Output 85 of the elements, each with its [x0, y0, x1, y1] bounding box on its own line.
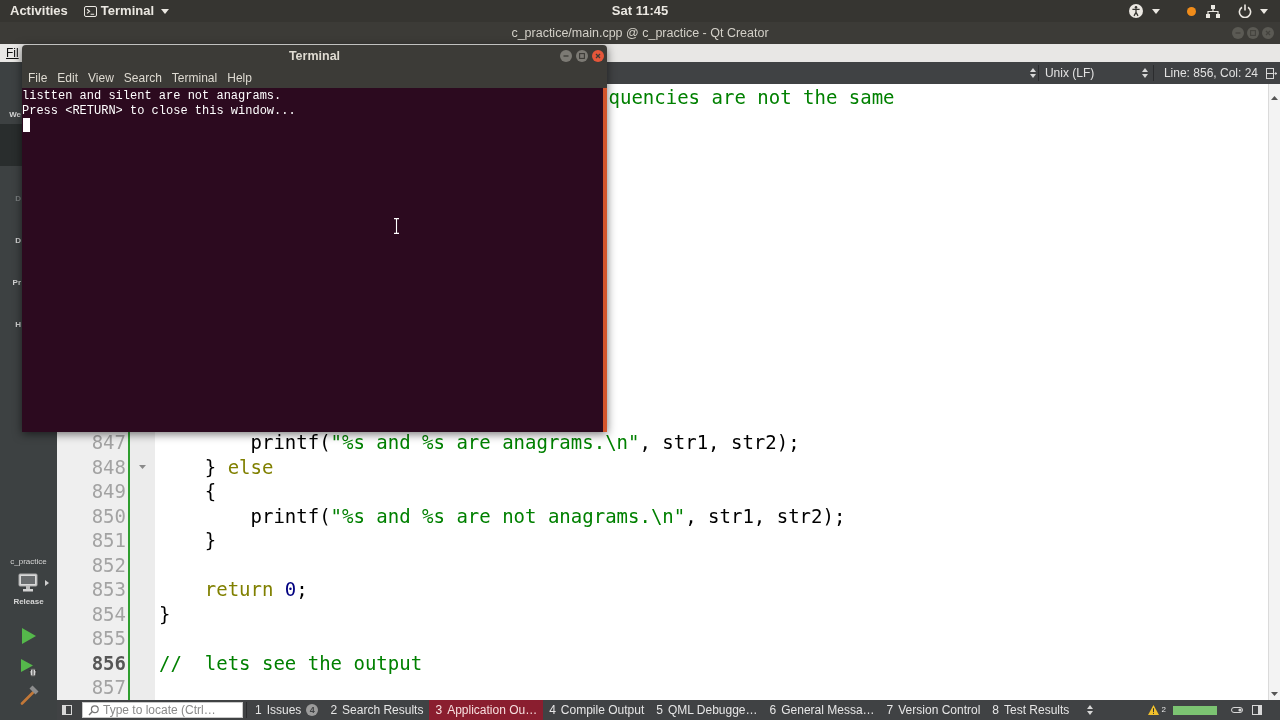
- code-line: printf("%s and %s are not anagrams.\n", str1, str2);: [250, 506, 846, 526]
- minimize-icon[interactable]: [560, 50, 572, 62]
- mode-button[interactable]: We: [9, 110, 21, 120]
- code-line: // lets see the output: [159, 653, 423, 673]
- maximize-icon[interactable]: [576, 50, 588, 62]
- scroll-up-arrow-icon[interactable]: [1271, 96, 1278, 100]
- count-badge: 4: [306, 704, 319, 716]
- caret-icon[interactable]: [1260, 8, 1268, 14]
- output-tab[interactable]: 6 General Messa…: [763, 700, 881, 720]
- line-number: 853: [91, 580, 126, 600]
- updown-arrows-icon: [1141, 68, 1148, 78]
- line-number: 850: [91, 506, 126, 526]
- menu-item[interactable]: Terminal: [166, 68, 223, 87]
- output-line: listten and silent are not anagrams.: [22, 89, 282, 104]
- mode-button[interactable]: H: [15, 320, 21, 330]
- output-tab[interactable]: 1 Issues 4: [249, 700, 325, 720]
- line-number: 848: [91, 457, 126, 477]
- updown-arrows-icon[interactable]: [1029, 68, 1036, 78]
- output-tab[interactable]: 8 Test Results: [986, 700, 1076, 720]
- code-line: printf("%s and %s are anagrams.\n", str1, str2);: [250, 433, 800, 453]
- text-cursor-icon: [393, 218, 400, 234]
- line-number: 855: [91, 629, 126, 649]
- scrollbar[interactable]: [1268, 84, 1280, 700]
- arrow-icon: [45, 579, 49, 586]
- output-tab[interactable]: 7 Version Control: [880, 700, 987, 720]
- split-view-icon[interactable]: [1266, 67, 1277, 79]
- line-ending-combo[interactable]: Unix (LF): [1040, 62, 1151, 84]
- mode-button[interactable]: Pr: [12, 278, 21, 288]
- output-tab[interactable]: 3 Application Ou…: [429, 700, 544, 720]
- clock-button[interactable]: Sat 11:45: [611, 0, 669, 22]
- close-icon[interactable]: [592, 50, 604, 62]
- output-tab[interactable]: 2 Search Results: [324, 700, 430, 720]
- menu-item[interactable]: Search: [118, 68, 167, 87]
- monitor-icon[interactable]: [18, 573, 38, 592]
- accessibility-icon[interactable]: [1129, 4, 1143, 18]
- warning-icon[interactable]: [1147, 705, 1159, 715]
- cursor-block-icon: [23, 118, 30, 132]
- activities-button[interactable]: Activities: [10, 0, 68, 22]
- output-line: Press <RETURN> to close this window...: [22, 103, 296, 118]
- terminal-icon: [83, 5, 97, 17]
- toggle-switch-icon[interactable]: [1231, 707, 1243, 713]
- menu-item[interactable]: Fil: [6, 44, 19, 62]
- code-line: }: [204, 531, 217, 551]
- build-configuration[interactable]: Release: [13, 597, 44, 607]
- power-icon[interactable]: [1238, 4, 1252, 18]
- sidebar-toggle-icon[interactable]: [62, 705, 72, 715]
- warning-count: 2: [1161, 704, 1166, 716]
- output-tab[interactable]: 4 Compile Output: [543, 700, 651, 720]
- network-icon[interactable]: [1206, 4, 1220, 18]
- code-line: {: [204, 482, 217, 502]
- line-number: 847: [91, 433, 126, 453]
- window-title: c_practice/main.cpp @ c_practice - Qt Creator: [511, 24, 769, 42]
- code-line: }: [159, 604, 171, 624]
- line-number: 852: [91, 555, 126, 575]
- menu-item[interactable]: File: [23, 68, 53, 87]
- play-bug-icon[interactable]: [19, 658, 38, 677]
- menu-item[interactable]: Edit: [52, 68, 84, 87]
- line-number: 856: [91, 653, 126, 673]
- project-name[interactable]: c_practice: [10, 557, 47, 567]
- updown-arrows-icon[interactable]: [1087, 705, 1094, 715]
- menu-item[interactable]: Help: [222, 68, 257, 87]
- window-title: Terminal: [288, 47, 341, 65]
- locator-field[interactable]: Type to locate (Ctrl…: [82, 702, 243, 718]
- cursor-position-button[interactable]: Line: 856, Col: 24: [1155, 62, 1266, 84]
- mode-button[interactable]: D: [15, 236, 21, 246]
- menu-item[interactable]: View: [83, 68, 119, 87]
- search-icon: [88, 704, 99, 716]
- caret-icon: [161, 8, 170, 14]
- code-line: return 0;: [204, 580, 308, 600]
- hammer-icon[interactable]: [18, 685, 39, 705]
- sidebar-toggle-icon[interactable]: [1252, 705, 1262, 715]
- output-tab[interactable]: 5 QML Debugge…: [650, 700, 764, 720]
- line-number: 849: [91, 482, 126, 502]
- line-number: 857: [91, 678, 126, 698]
- progress-bar: [1173, 705, 1217, 715]
- code-line: quencies are not the same: [608, 87, 895, 107]
- scroll-down-arrow-icon[interactable]: [1271, 692, 1278, 696]
- status-dot-icon: [1187, 6, 1196, 16]
- fold-marker-icon[interactable]: [139, 464, 146, 469]
- line-number: 854: [91, 604, 126, 624]
- app-menu-button[interactable]: Terminal: [83, 0, 170, 22]
- line-number: 851: [91, 531, 126, 551]
- caret-icon[interactable]: [1152, 8, 1160, 14]
- code-line: } else: [204, 457, 274, 477]
- run-icon[interactable]: [20, 627, 37, 645]
